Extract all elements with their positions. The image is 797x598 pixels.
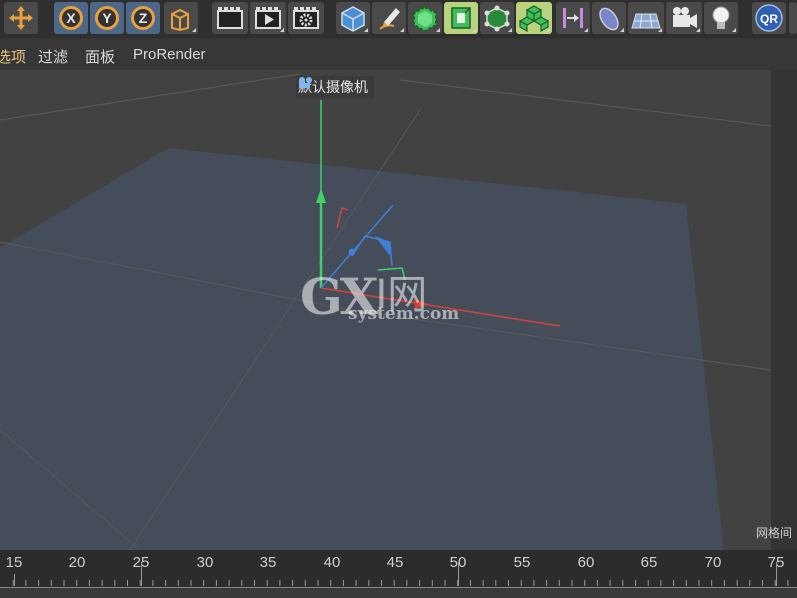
ruler-label-55: 55 — [513, 554, 531, 571]
qr-plugin-button[interactable]: QR — [752, 2, 786, 34]
floor-plane — [0, 148, 724, 550]
svg-text:X: X — [66, 10, 76, 26]
light-object-button[interactable] — [704, 2, 738, 34]
svg-text:Y: Y — [102, 10, 112, 26]
watermark-system: system.com — [348, 304, 460, 324]
camera-object-button[interactable] — [666, 2, 702, 34]
grid-spacing-label: 网格间 — [756, 526, 793, 540]
ruler-minor-ticks — [1, 578, 797, 586]
ruler-label-65: 65 — [640, 554, 658, 571]
field-object-button[interactable] — [592, 2, 626, 34]
render-view-button[interactable] — [212, 2, 248, 34]
menu-options[interactable]: 选项 — [0, 46, 26, 67]
camera-label[interactable]: 默认摄像机 — [296, 76, 374, 98]
menu-filter[interactable]: 过滤 — [38, 46, 68, 67]
lock-x-axis-button[interactable]: X — [54, 2, 88, 34]
ruler-label-70: 70 — [704, 554, 722, 571]
floor-scene-button[interactable] — [628, 2, 664, 34]
ruler-label-40: 40 — [323, 554, 341, 571]
3d-viewport[interactable]: 默认摄像机 GXI网 system.com 网格间 — [0, 70, 797, 550]
coordinate-system-button[interactable] — [164, 2, 198, 34]
array-cubes-button[interactable] — [516, 2, 552, 34]
toolbar: X Y Z QR — [0, 0, 797, 39]
extrude-generator-button[interactable] — [444, 2, 478, 34]
menu-panel[interactable]: 面板 — [85, 46, 115, 67]
ruler-label-35: 35 — [259, 554, 277, 571]
lock-z-axis-button[interactable]: Z — [126, 2, 160, 34]
svg-text:Z: Z — [139, 10, 148, 26]
render-settings-button[interactable] — [288, 2, 324, 34]
viewport-menubar: 选项 过滤 面板 ProRender — [0, 38, 797, 70]
toolbar-overflow[interactable] — [789, 2, 797, 34]
timeline-ruler[interactable]: 15 20 25 30 35 40 45 50 55 60 65 70 75 — [0, 550, 797, 598]
ruler-label-45: 45 — [386, 554, 404, 571]
svg-text:QR: QR — [760, 12, 778, 26]
cube-object-button[interactable] — [336, 2, 370, 34]
pen-spline-button[interactable] — [372, 2, 406, 34]
mograph-cloner-button[interactable] — [480, 2, 514, 34]
camera-icon — [299, 77, 312, 88]
deformer-bend-button[interactable] — [556, 2, 590, 34]
gxi-watermark: GXI网 system.com — [300, 262, 459, 325]
ruler-label-30: 30 — [196, 554, 214, 571]
subdivision-surface-button[interactable] — [408, 2, 442, 34]
render-picture-viewer-button[interactable] — [250, 2, 286, 34]
viewport-right-strip — [771, 70, 797, 550]
lock-y-axis-button[interactable]: Y — [90, 2, 124, 34]
move-tool-button[interactable] — [4, 2, 38, 34]
ruler-label-15: 15 — [5, 554, 23, 571]
ruler-label-20: 20 — [68, 554, 86, 571]
timeline-bottom-bar — [0, 588, 797, 598]
menu-prorender[interactable]: ProRender — [133, 46, 206, 63]
ruler-label-60: 60 — [577, 554, 595, 571]
